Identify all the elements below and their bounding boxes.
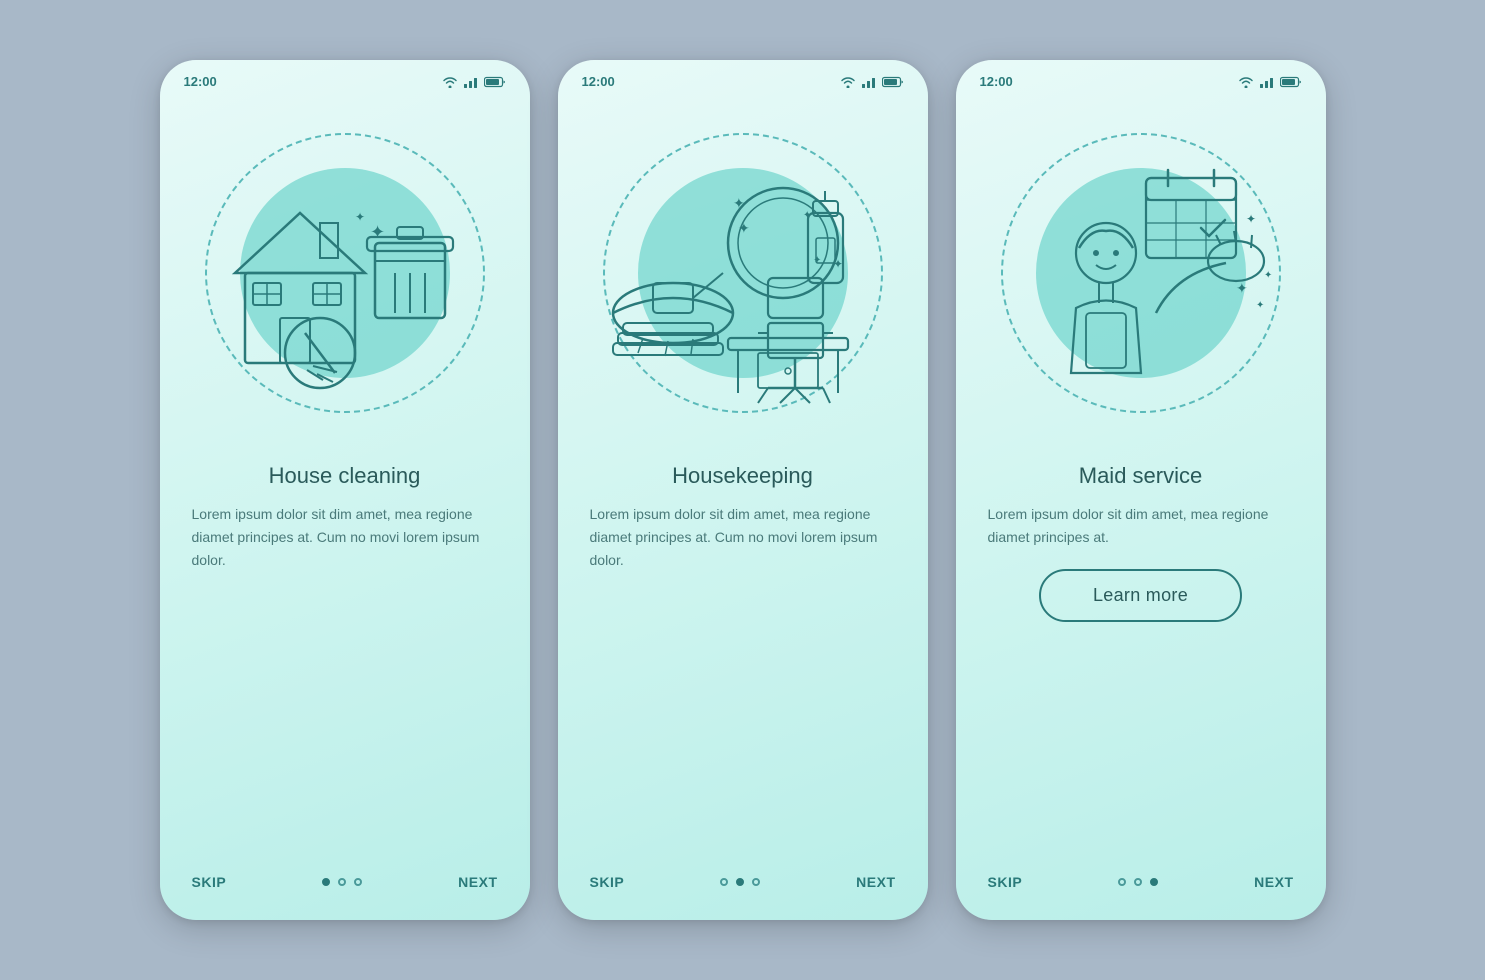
dot-1-3 <box>354 878 362 886</box>
wifi-icon-1 <box>442 76 458 88</box>
dot-1-2 <box>338 878 346 886</box>
dot-2-2 <box>736 878 744 886</box>
card-title-3: Maid service <box>988 463 1294 489</box>
time-1: 12:00 <box>184 74 217 89</box>
housekeeping-illustration: ✦ ✦ ✦ <box>593 123 893 423</box>
card-description-1: Lorem ipsum dolor sit dim amet, mea regi… <box>192 503 498 572</box>
bottom-nav-1: SKIP NEXT <box>160 874 530 920</box>
next-button-2[interactable]: NEXT <box>856 874 895 890</box>
skip-button-1[interactable]: SKIP <box>192 874 227 890</box>
wifi-icon-3 <box>1238 76 1254 88</box>
illustration-area-3: ✦ ✦ ✦ ✦ <box>956 93 1326 453</box>
dot-1-1 <box>322 878 330 886</box>
svg-text:✦: ✦ <box>738 220 750 236</box>
content-area-2: Housekeeping Lorem ipsum dolor sit dim a… <box>558 453 928 874</box>
dots-1 <box>322 878 362 886</box>
svg-text:✦: ✦ <box>833 257 843 271</box>
svg-text:✦: ✦ <box>813 255 821 266</box>
dot-2-1 <box>720 878 728 886</box>
signal-icon-1 <box>463 76 479 88</box>
dot-3-2 <box>1134 878 1142 886</box>
bottom-nav-3: SKIP NEXT <box>956 874 1326 920</box>
svg-text:✦: ✦ <box>1264 270 1272 281</box>
battery-icon-1 <box>484 76 506 88</box>
dots-2 <box>720 878 760 886</box>
house-illustration: ✦ ✦ <box>195 123 495 423</box>
battery-icon-2 <box>882 76 904 88</box>
svg-text:✦: ✦ <box>355 210 365 224</box>
content-area-1: House cleaning Lorem ipsum dolor sit dim… <box>160 453 530 874</box>
card-description-3: Lorem ipsum dolor sit dim amet, mea regi… <box>988 503 1294 549</box>
svg-text:✦: ✦ <box>1256 300 1264 311</box>
bottom-nav-2: SKIP NEXT <box>558 874 928 920</box>
next-button-1[interactable]: NEXT <box>458 874 497 890</box>
status-bar-1: 12:00 <box>160 60 530 93</box>
maid-illustration: ✦ ✦ ✦ ✦ <box>991 123 1291 423</box>
card-description-2: Lorem ipsum dolor sit dim amet, mea regi… <box>590 503 896 572</box>
illustration-area-2: ✦ ✦ ✦ <box>558 93 928 453</box>
signal-icon-3 <box>1259 76 1275 88</box>
dot-3-1 <box>1118 878 1126 886</box>
svg-text:✦: ✦ <box>733 195 745 211</box>
svg-text:✦: ✦ <box>1246 212 1256 226</box>
status-bar-2: 12:00 <box>558 60 928 93</box>
content-area-3: Maid service Lorem ipsum dolor sit dim a… <box>956 453 1326 874</box>
status-icons-1 <box>442 76 506 88</box>
phone-housekeeping: 12:00 <box>558 60 928 920</box>
card-title-2: Housekeeping <box>590 463 896 489</box>
card-title-1: House cleaning <box>192 463 498 489</box>
signal-icon-2 <box>861 76 877 88</box>
status-icons-3 <box>1238 76 1302 88</box>
svg-text:✦: ✦ <box>370 222 385 242</box>
skip-button-3[interactable]: SKIP <box>988 874 1023 890</box>
dots-3 <box>1118 878 1158 886</box>
phones-container: 12:00 <box>160 60 1326 920</box>
phone-house-cleaning: 12:00 <box>160 60 530 920</box>
illustration-area-1: ✦ ✦ <box>160 93 530 453</box>
dot-3-3 <box>1150 878 1158 886</box>
status-icons-2 <box>840 76 904 88</box>
next-button-3[interactable]: NEXT <box>1254 874 1293 890</box>
svg-text:✦: ✦ <box>1236 280 1248 296</box>
skip-button-2[interactable]: SKIP <box>590 874 625 890</box>
wifi-icon-2 <box>840 76 856 88</box>
time-2: 12:00 <box>582 74 615 89</box>
learn-more-button[interactable]: Learn more <box>1039 569 1242 622</box>
battery-icon-3 <box>1280 76 1302 88</box>
phone-maid-service: 12:00 <box>956 60 1326 920</box>
status-bar-3: 12:00 <box>956 60 1326 93</box>
time-3: 12:00 <box>980 74 1013 89</box>
dot-2-3 <box>752 878 760 886</box>
